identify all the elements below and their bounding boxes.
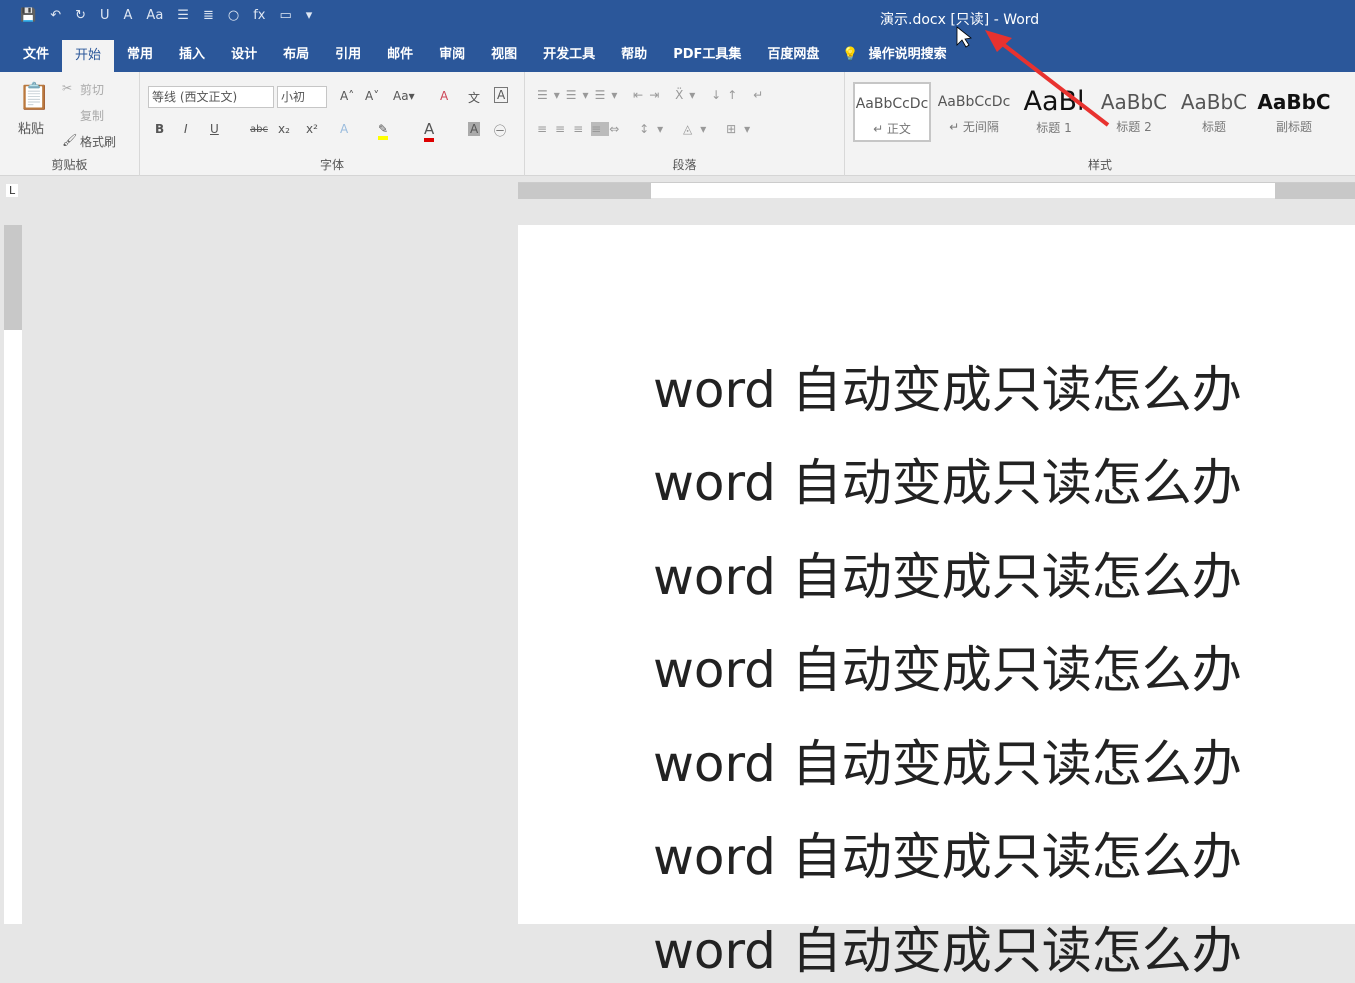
paste-icon[interactable]: 📋 [18, 82, 50, 112]
bold-button[interactable]: B [155, 122, 164, 136]
quick-access-toolbar: 💾 ↶ ↻ U A Aa ☰ ≣ ○ fx ▭ ▾ [20, 8, 312, 23]
style-normal[interactable]: AaBbCcDc ↵ 正文 [853, 82, 931, 142]
style-title[interactable]: AaBbC 标题 [1175, 82, 1253, 142]
ruler-margin-left [518, 183, 651, 199]
document-line[interactable]: word 自动变成只读怎么办 [653, 724, 1242, 796]
align-icon[interactable]: ≣ [203, 8, 214, 23]
style-subtitle[interactable]: AaBbC 副标题 [1255, 82, 1333, 142]
format-painter-button[interactable]: 格式刷 [80, 133, 116, 150]
tab-common[interactable]: 常用 [114, 38, 166, 72]
tab-stop-selector[interactable]: L [6, 184, 19, 197]
horizontal-ruler[interactable] [518, 182, 1355, 199]
document-line[interactable]: word 自动变成只读怎么办 [653, 537, 1242, 609]
tab-baidu-netdisk[interactable]: 百度网盘 [754, 38, 832, 72]
paragraph-label: 段落 [672, 158, 697, 172]
save-icon[interactable]: 💾 [20, 8, 36, 23]
tab-view[interactable]: 视图 [478, 38, 530, 72]
tell-me-search[interactable]: 操作说明搜索 [869, 38, 947, 72]
window-title: 演示.docx [只读] - Word [880, 12, 1040, 28]
tab-developer[interactable]: 开发工具 [530, 38, 608, 72]
superscript-button[interactable]: x² [306, 122, 318, 136]
tab-file[interactable]: 文件 [10, 38, 62, 72]
style-heading-1[interactable]: AaBl 标题 1 [1015, 82, 1093, 142]
clipboard-group: 📋 粘贴 ✂ 剪切 复制 🖌 格式刷 剪贴板 [0, 72, 140, 176]
font-name-select[interactable]: 等线 (西文正文) [148, 86, 274, 108]
strikethrough-button[interactable]: abc [250, 124, 268, 135]
styles-label: 样式 [1087, 158, 1112, 172]
tab-home[interactable]: 开始 [62, 40, 115, 72]
tab-references[interactable]: 引用 [322, 38, 374, 72]
shrink-font-icon[interactable]: A˅ [365, 89, 379, 103]
document-line[interactable]: word 自动变成只读怎么办 [653, 817, 1242, 889]
ribbon-tabs: 文件 开始 常用 插入 设计 布局 引用 邮件 审阅 视图 开发工具 帮助 PD… [0, 38, 1355, 72]
tab-pdf-tools[interactable]: PDF工具集 [660, 38, 754, 72]
char-border-icon[interactable]: A [494, 87, 509, 103]
function-button[interactable]: fx [253, 8, 265, 23]
vertical-ruler[interactable] [4, 225, 22, 924]
ribbon: 📋 粘贴 ✂ 剪切 复制 🖌 格式刷 剪贴板 等线 (西文正文) 小初 A˄ A… [0, 72, 1355, 176]
grow-font-icon[interactable]: A˄ [340, 89, 354, 103]
scissors-icon: ✂ [62, 81, 73, 95]
text-effect-button[interactable]: A [124, 8, 133, 23]
phonetic-icon[interactable]: 文 [468, 89, 480, 106]
alignment-icons[interactable]: ≡≡≡≡⇔ ↕▾ ◬▾ ⊞▾ [537, 122, 758, 136]
style-no-spacing[interactable]: AaBbCcDc ↵ 无间隔 [935, 82, 1013, 142]
tab-review[interactable]: 审阅 [426, 38, 478, 72]
style-heading-2[interactable]: AaBbC 标题 2 [1095, 82, 1173, 142]
more-icon[interactable]: ▾ [306, 8, 313, 23]
tab-mailings[interactable]: 邮件 [374, 38, 426, 72]
subscript-button[interactable]: x₂ [278, 122, 290, 136]
font-color-icon[interactable]: A [424, 120, 435, 142]
change-case-icon[interactable]: Aa▾ [393, 89, 415, 103]
clear-format-icon[interactable]: A [440, 89, 448, 103]
enclose-char-icon[interactable]: ㊀ [494, 122, 506, 139]
redo-icon[interactable]: ↻ [75, 8, 86, 23]
document-line[interactable]: word 自动变成只读怎么办 [653, 350, 1242, 422]
italic-button[interactable]: I [184, 122, 188, 136]
font-label: 字体 [319, 158, 344, 172]
document-line[interactable]: word 自动变成只读怎么办 [653, 630, 1242, 702]
brush-icon: 🖌 [62, 133, 78, 147]
highlight-icon[interactable]: ✎ [378, 122, 389, 140]
change-case-button[interactable]: Aa [146, 8, 163, 23]
document-line[interactable]: word 自动变成只读怎么办 [653, 911, 1242, 983]
font-group: 等线 (西文正文) 小初 A˄ A˅ Aa▾ A 文 A B I U abc x… [140, 72, 525, 176]
cut-button[interactable]: 剪切 [80, 81, 104, 98]
clipboard-label: 剪贴板 [51, 158, 88, 172]
circle-icon[interactable]: ○ [228, 8, 239, 23]
copy-button[interactable]: 复制 [80, 107, 104, 124]
lightbulb-icon: 💡 [842, 47, 859, 62]
comment-icon[interactable]: ▭ [279, 8, 291, 23]
vruler-margin-top [4, 225, 22, 330]
char-shading-icon[interactable]: A [468, 122, 481, 136]
underline-button[interactable]: U [210, 122, 219, 136]
styles-group: AaBbCcDc ↵ 正文 AaBbCcDc ↵ 无间隔 AaBl 标题 1 AaBb… [845, 72, 1355, 176]
list-icon[interactable]: ☰ [177, 8, 189, 23]
text-effects-icon[interactable]: A [340, 122, 348, 136]
paragraph-top-icons[interactable]: ☰▾☰▾☰▾ ⇤⇥ Ẍ▾ ↓↑ ↵ [537, 88, 769, 102]
document-page[interactable]: word 自动变成只读怎么办 word 自动变成只读怎么办 word 自动变成只… [518, 225, 1355, 980]
paste-button[interactable]: 粘贴 [18, 118, 44, 137]
ruler-margin-right [1275, 183, 1355, 199]
underline-button[interactable]: U [100, 8, 110, 23]
document-line[interactable]: word 自动变成只读怎么办 [653, 443, 1242, 515]
tab-design[interactable]: 设计 [218, 38, 270, 72]
paragraph-group: ☰▾☰▾☰▾ ⇤⇥ Ẍ▾ ↓↑ ↵ ≡≡≡≡⇔ ↕▾ ◬▾ ⊞▾ 段落 [525, 72, 845, 176]
tab-insert[interactable]: 插入 [166, 38, 218, 72]
tab-layout[interactable]: 布局 [270, 38, 322, 72]
title-bar: 💾 ↶ ↻ U A Aa ☰ ≣ ○ fx ▭ ▾ 演示.docx [只读] -… [0, 0, 1355, 38]
undo-icon[interactable]: ↶ [50, 8, 61, 23]
font-size-select[interactable]: 小初 [277, 86, 327, 108]
tab-help[interactable]: 帮助 [608, 38, 660, 72]
